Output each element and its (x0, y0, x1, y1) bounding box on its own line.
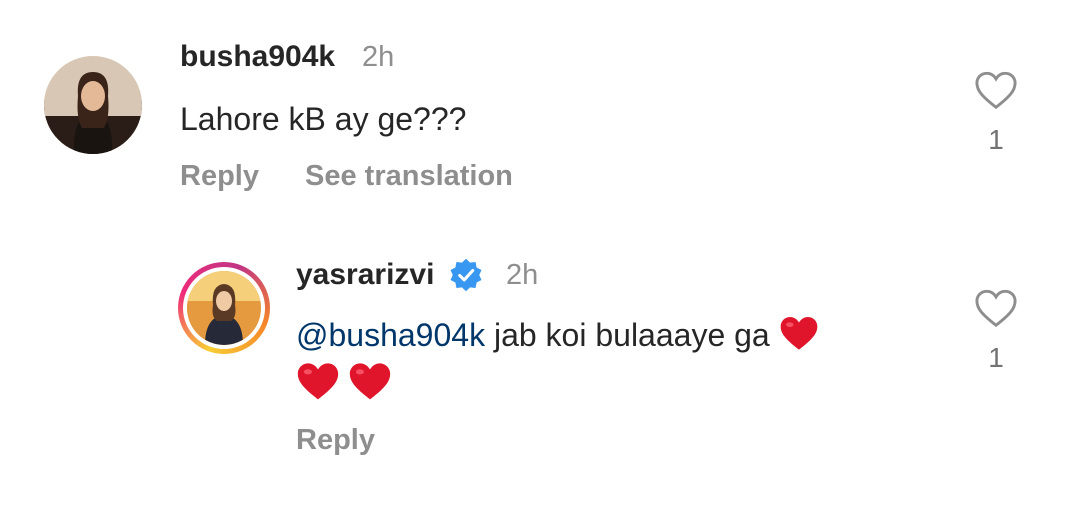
like-count: 1 (988, 342, 1004, 373)
avatar-ring-gap (183, 267, 265, 349)
avatar (187, 271, 261, 345)
comment-text: Lahore kB ay ge??? (180, 101, 467, 137)
mention-link[interactable]: @busha904k (296, 317, 485, 353)
comment-username[interactable]: yasrarizvi (296, 258, 434, 292)
red-heart-emoji (780, 317, 817, 350)
heart-outline-icon[interactable] (974, 288, 1018, 328)
see-translation-button[interactable]: See translation (305, 160, 513, 193)
comment-timestamp: 2h (362, 41, 395, 73)
comment-text-block: @busha904k jab koi bulaaaye ga (296, 312, 936, 358)
red-heart-emoji (350, 363, 391, 400)
avatar-story-ring[interactable] (178, 262, 270, 354)
reply-button[interactable]: Reply (180, 160, 259, 193)
comment-username[interactable]: busha904k (180, 40, 335, 74)
comment-timestamp: 2h (506, 259, 539, 291)
avatar-image (44, 56, 142, 154)
comment-text: jab koi bulaaaye ga (485, 317, 770, 353)
reply-button[interactable]: Reply (296, 424, 375, 457)
like-count: 1 (988, 124, 1004, 155)
verified-badge-icon (450, 258, 482, 292)
emoji-row (296, 360, 392, 406)
red-heart-emoji (297, 363, 339, 400)
avatar[interactable] (44, 56, 142, 154)
heart-outline-icon[interactable] (974, 70, 1018, 110)
